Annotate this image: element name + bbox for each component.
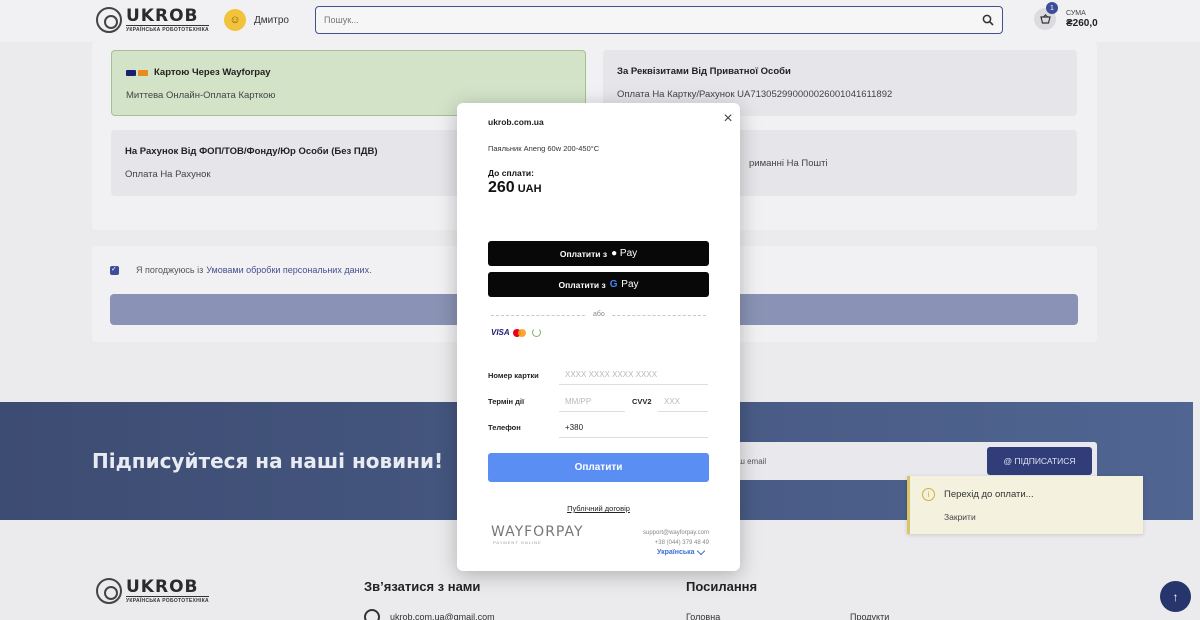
agreement-suffix: . [369, 265, 372, 275]
info-icon: i [922, 488, 935, 501]
phone-label: Телефон [488, 423, 521, 432]
scroll-to-top-button[interactable]: ↑ [1160, 581, 1191, 612]
user-avatar-icon: ☺ [224, 9, 246, 31]
chevron-down-icon [696, 546, 705, 556]
footer-link-home[interactable]: Головна [686, 612, 720, 620]
toast-close-button[interactable]: Закрити [944, 512, 976, 522]
apple-pay-prefix: Оплатити з [559, 248, 608, 259]
amount-due: 260 UAH [488, 179, 542, 197]
logo-mark-icon [96, 7, 122, 33]
merchant-domain: ukrob.com.ua [488, 117, 544, 127]
email-icon [364, 609, 380, 620]
footer-contact-title: Зв’язатися з нами [364, 579, 481, 594]
sum-label: СУМА [1066, 10, 1086, 17]
wayforpay-payment-modal: ukrob.com.ua × Паяльник Aneng 60w 200-45… [457, 103, 740, 571]
close-icon[interactable]: × [720, 111, 736, 127]
privacy-terms-link[interactable]: Умовами обробки персональних даних [206, 265, 369, 275]
support-contacts: support@wayforpay.com +38 (044) 379 48 4… [643, 528, 709, 548]
wayforpay-logo: WAYFORPAY [491, 524, 584, 540]
card-number-input[interactable] [559, 365, 708, 385]
user-menu[interactable]: ☺ Дмитро [224, 9, 289, 31]
redirect-toast: i Перехід до оплати... Закрити [907, 476, 1143, 534]
refresh-icon [531, 328, 541, 337]
product-name: Паяльник Aneng 60w 200-450°C [488, 144, 600, 153]
public-contract-link[interactable]: Публічний договір [457, 504, 740, 513]
footer-link-products[interactable]: Продукти [850, 612, 889, 620]
search-icon[interactable] [982, 14, 994, 26]
apple-logo-icon: ● [611, 248, 618, 259]
user-name: Дмитро [254, 14, 289, 26]
card-logos-icon [126, 69, 148, 76]
accepted-cards: VISA [491, 328, 541, 337]
support-phone: +38 (044) 379 48 49 [654, 540, 709, 546]
logo-word: UKROB [126, 576, 199, 597]
arrow-up-icon: ↑ [1172, 589, 1179, 604]
cart-count-badge: 1 [1046, 2, 1058, 14]
amount-due-label: До сплати: [488, 168, 534, 178]
agreement-checkbox[interactable] [110, 265, 119, 275]
newsletter-form: аш email @ ПІДПИСАТИСЯ [700, 442, 1097, 480]
cvv-input[interactable] [658, 392, 708, 412]
cvv-label: CVV2 [632, 397, 652, 406]
logo-word: UKROB [126, 5, 199, 26]
apple-pay-brand: Pay [619, 248, 638, 259]
expiry-label: Термін дії [488, 397, 525, 406]
search-input[interactable] [316, 7, 956, 33]
footer-links-title: Посилання [686, 579, 758, 594]
google-pay-button[interactable]: Оплатити з G Pay [488, 272, 709, 297]
pay-button[interactable]: Оплатити [488, 453, 709, 482]
toast-message: Перехід до оплати... [944, 489, 1034, 500]
card-number-label: Номер картки [488, 371, 539, 380]
payment-option-title: За Реквізитами Від Приватної Особи [617, 66, 791, 77]
google-pay-brand: Pay [621, 279, 639, 290]
logo-mark-icon [96, 578, 122, 604]
phone-input[interactable] [559, 418, 708, 438]
logo-subtitle: УКРАЇНСЬКА РОБОТОТЕХНІКА [126, 595, 209, 604]
agreement-row: Я погоджуюсь із Умовами обробки персонал… [110, 265, 372, 275]
footer-email-link[interactable]: ukrob.com.ua@gmail.com [390, 612, 495, 620]
mastercard-icon [512, 328, 526, 337]
site-logo[interactable]: UKROB УКРАЇНСЬКА РОБОТОТЕХНІКА [96, 7, 209, 33]
subscribe-button[interactable]: @ ПІДПИСАТИСЯ [987, 447, 1092, 475]
site-header: UKROB УКРАЇНСЬКА РОБОТОТЕХНІКА ☺ Дмитро … [0, 0, 1200, 42]
currency: UAH [517, 183, 542, 195]
google-logo-icon: G [609, 279, 618, 290]
agreement-text: Я погоджуюсь із [136, 265, 204, 275]
footer-logo[interactable]: UKROB УКРАЇНСЬКА РОБОТОТЕХНІКА [96, 578, 209, 604]
cart-sum: СУМА ₴260,0 [1066, 10, 1098, 29]
visa-logo: VISA [491, 328, 510, 337]
sum-value: ₴260,0 [1066, 18, 1098, 29]
apple-pay-button[interactable]: Оплатити з ● Pay [488, 241, 709, 266]
expiry-input[interactable] [559, 392, 625, 412]
payment-option-desc: Миттева Онлайн-Оплата Карткою [126, 90, 276, 101]
amount-value: 260 [488, 179, 515, 196]
newsletter-title: Підписуйтеся на наші новини! [92, 449, 444, 473]
language-selector[interactable]: Українська [657, 546, 705, 556]
payment-option-desc: Оплата На Картку/Рахунок UA7130529900000… [617, 89, 893, 100]
language-label: Українська [657, 549, 695, 556]
payment-option-title: Картою Через Wayforpay [154, 67, 271, 78]
support-email[interactable]: support@wayforpay.com [643, 528, 709, 538]
google-pay-prefix: Оплатити з [558, 279, 606, 290]
divider-label: або [587, 311, 611, 318]
wayforpay-logo-sub: PAYMENT ONLINE [493, 540, 542, 545]
logo-subtitle: УКРАЇНСЬКА РОБОТОТЕХНІКА [126, 24, 209, 33]
basket-icon [1039, 14, 1051, 24]
search-bar [315, 6, 1003, 34]
